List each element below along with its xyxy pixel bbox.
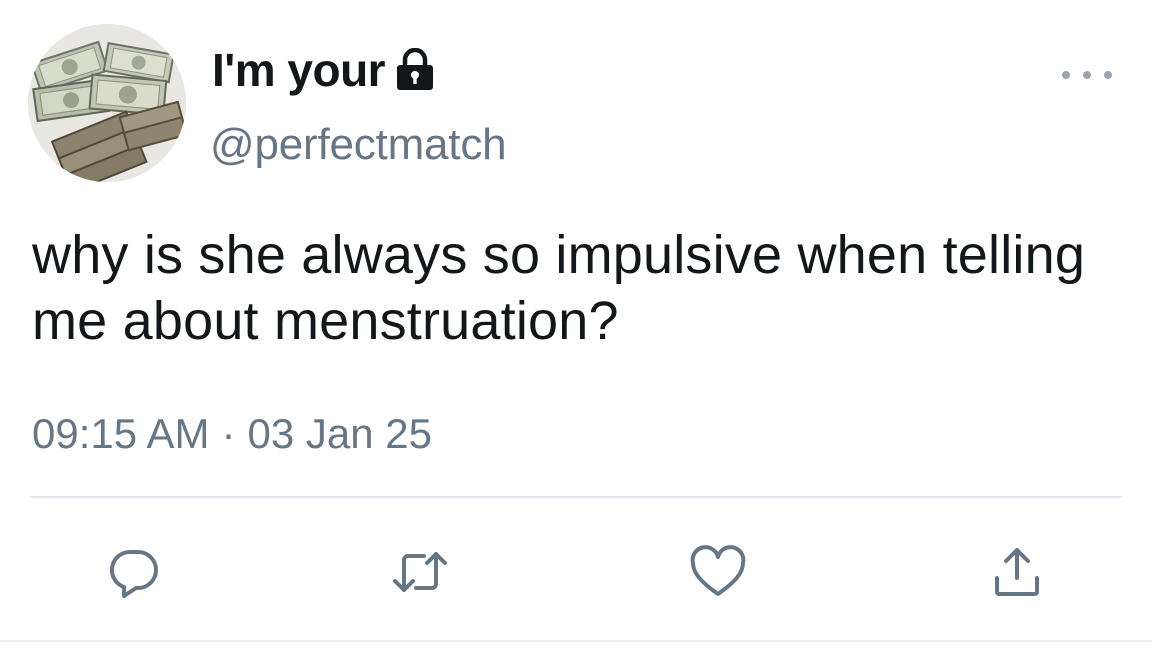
money-stacks-avatar-image [28,24,186,182]
retweet-icon [393,552,447,592]
lock-icon [395,47,435,92]
heart-icon [690,545,746,596]
user-handle[interactable]: @perfectmatch [210,120,507,170]
retweet-button[interactable] [388,540,452,604]
tweet-timestamp[interactable]: 09:15 AM · 03 Jan 25 [32,410,432,458]
reply-icon [109,549,158,598]
avatar[interactable] [28,24,186,182]
share-icon [995,548,1039,596]
more-dot-icon [1083,71,1091,79]
more-options-button[interactable] [1062,60,1112,90]
share-button[interactable] [985,540,1049,604]
display-name-row[interactable]: I'm your [212,40,435,100]
tweet-card: I'm your @perfectmatch why is she always… [0,0,1152,663]
tweet-actions [0,540,1152,610]
tweet-text: why is she always so impulsive when tell… [32,225,1086,351]
divider [30,496,1122,498]
display-name[interactable]: I'm your [212,43,386,97]
bottom-border [0,640,1152,642]
more-dot-icon [1104,71,1112,79]
more-dot-icon [1062,71,1070,79]
tweet-date: 03 Jan 25 [247,410,432,457]
tweet-time: 09:15 AM [32,410,210,457]
reply-button[interactable] [102,540,166,604]
like-button[interactable] [686,540,750,604]
timestamp-separator: · [221,410,236,457]
